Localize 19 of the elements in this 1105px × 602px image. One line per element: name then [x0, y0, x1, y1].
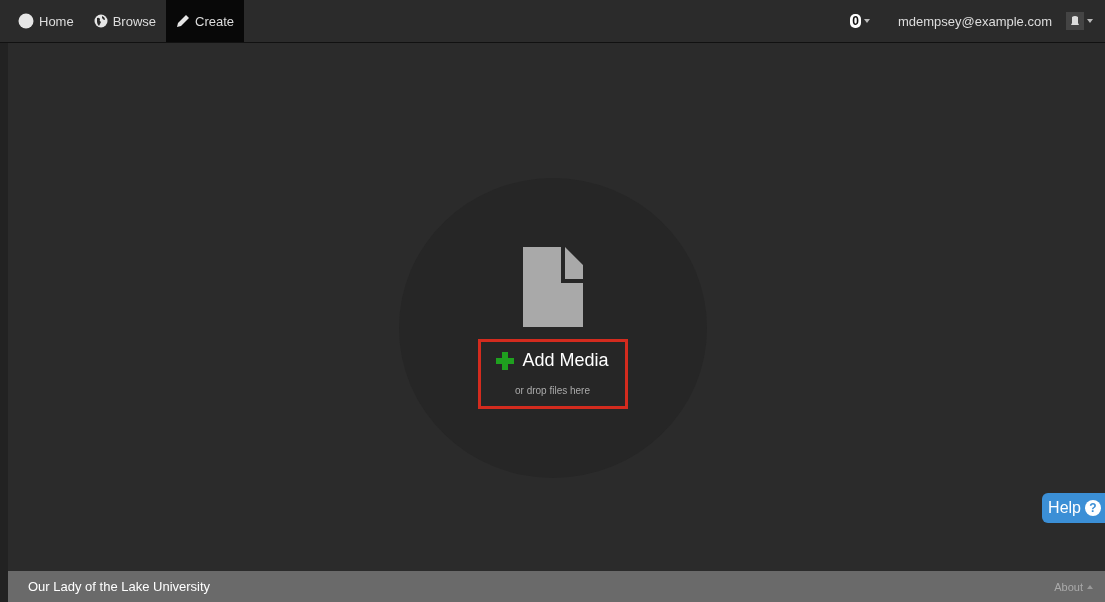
caret-icon [863, 19, 870, 23]
drop-zone[interactable]: Add Media or drop files here [398, 178, 707, 478]
plus-icon [496, 351, 515, 370]
nav-tab[interactable]: Create [166, 0, 245, 42]
footer-title: Our Lady of the Lake University [28, 579, 211, 594]
file-icon [520, 247, 585, 329]
globe-icon [93, 14, 108, 28]
help-button[interactable]: Help ? [1042, 493, 1105, 523]
notifications-button[interactable]: 0 [846, 14, 874, 28]
pencil-icon [176, 14, 191, 28]
circle-icon [18, 13, 34, 29]
avatar-icon [1066, 12, 1084, 30]
nav-tab[interactable]: Home [8, 0, 84, 42]
nav-tab[interactable]: Browse [83, 0, 167, 42]
caret-icon [1087, 584, 1093, 589]
add-media-button[interactable]: Add Media [496, 350, 609, 371]
user-email-link[interactable]: mdempsey@example.com [897, 13, 1052, 29]
caret-icon [1087, 19, 1093, 23]
drop-hint: or drop files here [514, 385, 590, 396]
